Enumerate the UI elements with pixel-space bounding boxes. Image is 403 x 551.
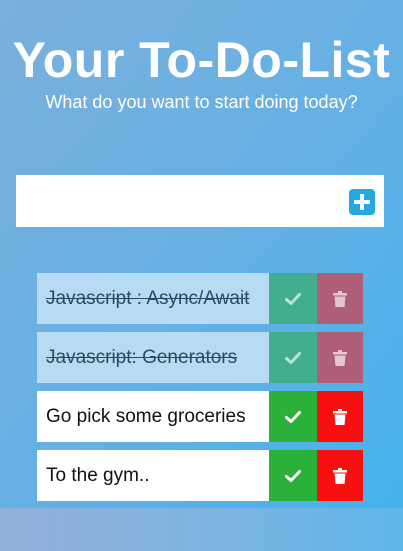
todo-list: Javascript : Async/Await Javascript: Gen… xyxy=(37,273,363,509)
trash-icon xyxy=(333,467,347,484)
footer-band xyxy=(0,508,403,551)
check-icon xyxy=(285,292,301,305)
complete-button[interactable] xyxy=(269,273,317,324)
add-todo-button[interactable] xyxy=(349,189,375,215)
check-icon xyxy=(285,351,301,364)
remove-button[interactable] xyxy=(317,450,363,501)
new-todo-input[interactable] xyxy=(16,175,336,227)
app-container: Your To-Do-List What do you want to star… xyxy=(0,0,403,508)
complete-button[interactable] xyxy=(269,391,317,442)
todo-item: To the gym.. xyxy=(37,450,363,501)
todo-text: Go pick some groceries xyxy=(37,391,269,442)
todo-item: Javascript : Async/Await xyxy=(37,273,363,324)
new-todo-bar xyxy=(16,175,384,227)
complete-button[interactable] xyxy=(269,332,317,383)
check-icon xyxy=(285,410,301,423)
page-title: Your To-Do-List xyxy=(12,32,391,88)
remove-button[interactable] xyxy=(317,391,363,442)
todo-text: Javascript: Generators xyxy=(37,332,269,383)
todo-item: Go pick some groceries xyxy=(37,391,363,442)
trash-icon xyxy=(333,408,347,425)
trash-icon xyxy=(333,349,347,366)
trash-icon xyxy=(333,290,347,307)
todo-item: Javascript: Generators xyxy=(37,332,363,383)
complete-button[interactable] xyxy=(269,450,317,501)
check-icon xyxy=(285,469,301,482)
remove-button[interactable] xyxy=(317,273,363,324)
remove-button[interactable] xyxy=(317,332,363,383)
page-subtitle: What do you want to start doing today? xyxy=(45,92,358,112)
todo-text: Javascript : Async/Await xyxy=(37,273,269,324)
todo-text: To the gym.. xyxy=(37,450,269,501)
